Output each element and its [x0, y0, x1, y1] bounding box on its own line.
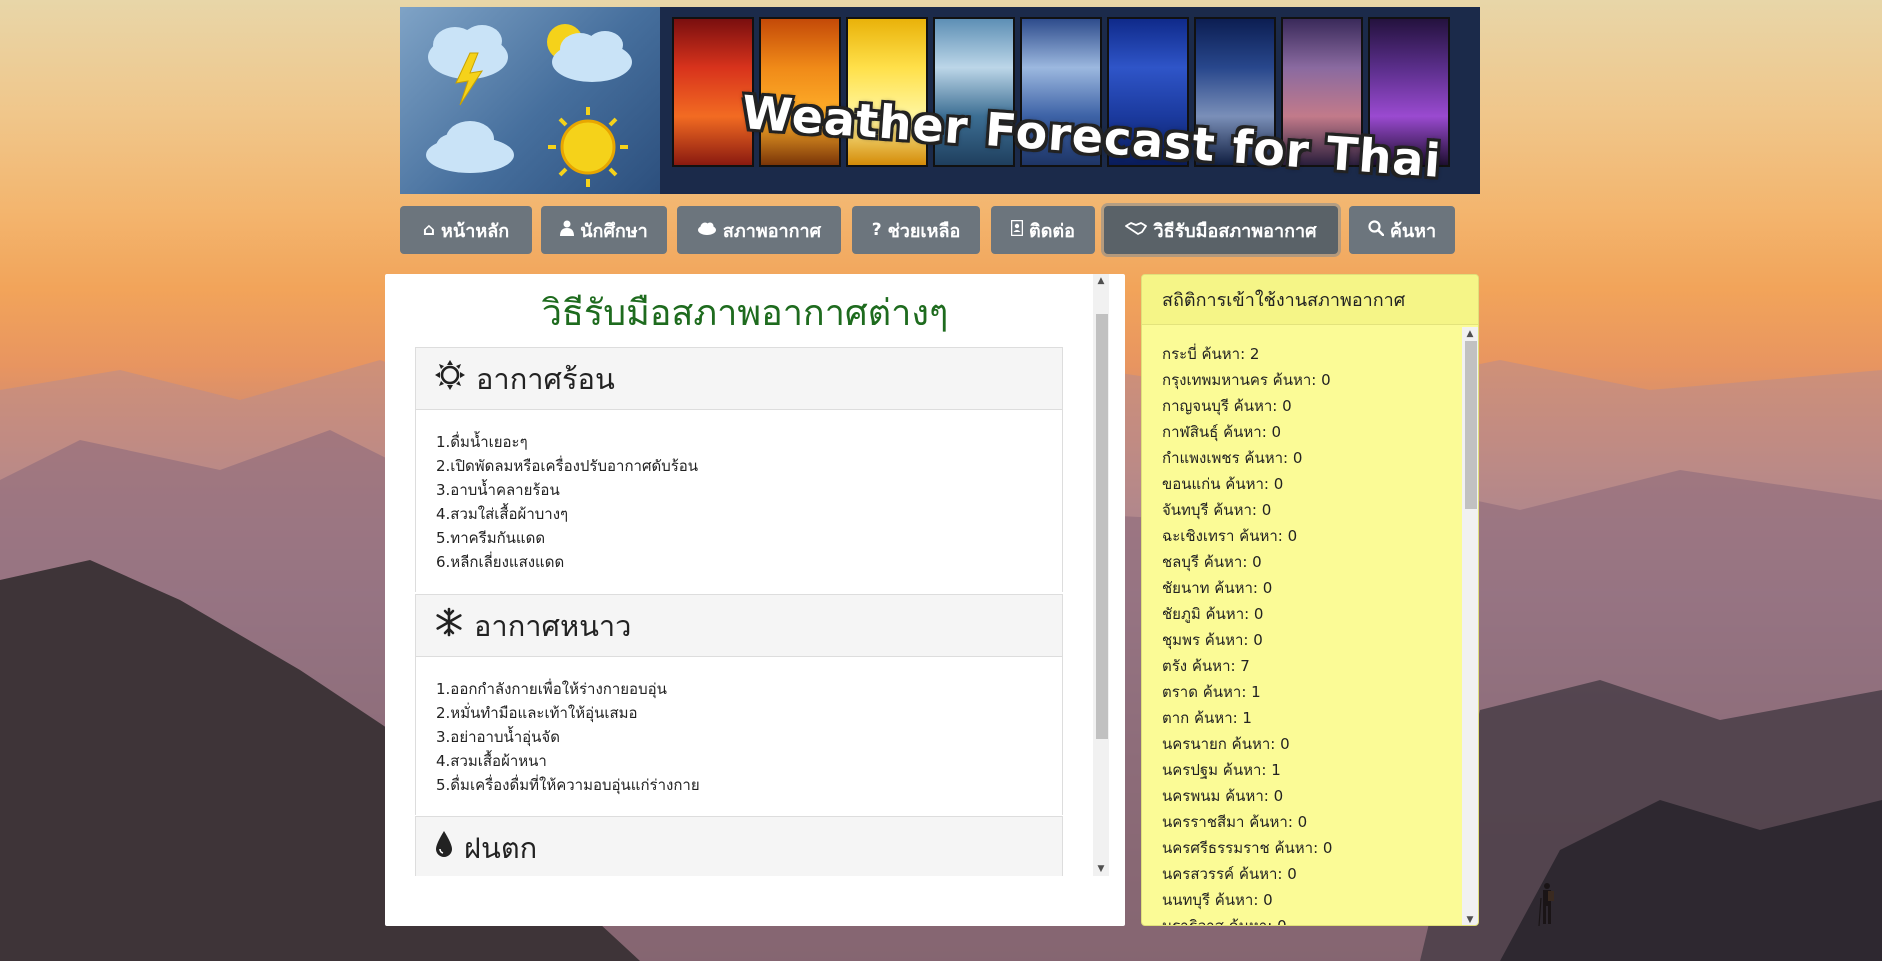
contact-card-icon	[1010, 219, 1024, 241]
nav-contact-button[interactable]: ติดต่อ	[991, 206, 1095, 254]
list-item: 5.ทาครีมกันแดด	[436, 529, 546, 547]
hiker-silhouette	[1538, 882, 1556, 930]
coping-guide-scroll-area[interactable]: วิธีรับมือสภาพอากาศต่างๆ อากาศร้อน 1.ดื่…	[385, 274, 1125, 876]
nav-weather-button[interactable]: สภาพอากาศ	[677, 206, 841, 254]
list-item: 2.เปิดพัดลมหรือเครื่องปรับอากาศดับร้อน	[436, 457, 699, 475]
scroll-down-arrow[interactable]: ▼	[1093, 864, 1109, 874]
rain-heading: ฝนตก	[464, 830, 538, 865]
user-icon	[560, 220, 575, 241]
list-item: ชลบุรี ค้นหา: 0	[1162, 553, 1262, 571]
rain-header: ฝนตก	[416, 817, 1062, 876]
header-banner: Weather Forecast for Thai	[400, 7, 1480, 194]
list-item: นราธิวาส ค้นหา: 0	[1162, 917, 1287, 926]
sun-icon	[548, 107, 628, 187]
list-item: 1.ดื่มน้ำเยอะๆ	[436, 433, 528, 451]
list-item: ฉะเชิงเทรา ค้นหา: 0	[1162, 527, 1298, 545]
list-item: 2.หมั่นทำมือและเท้าให้อุ่นเสมอ	[436, 704, 638, 722]
storm-cloud-icon	[428, 25, 508, 106]
home-icon: ⌂	[422, 220, 436, 240]
nav-search-label: ค้นหา	[1389, 220, 1437, 242]
list-item: ขอนแก่น ค้นหา: 0	[1162, 475, 1284, 493]
stats-panel: สถิติการเข้าใช้งานสภาพอากาศ กระบี่ ค้นหา…	[1141, 274, 1479, 926]
nav-coping-label: วิธีรับมือสภาพอากาศ	[1153, 220, 1317, 242]
list-item: นนทบุรี ค้นหา: 0	[1162, 891, 1273, 909]
photo-strip-sunset	[672, 17, 754, 167]
list-item: นครพนม ค้นหา: 0	[1162, 787, 1284, 805]
list-item: 3.อาบน้ำคลายร้อน	[436, 481, 560, 499]
list-item: นครนายก ค้นหา: 0	[1162, 735, 1290, 753]
weather-icons-panel	[400, 7, 660, 194]
list-item: กำแพงเพชร ค้นหา: 0	[1162, 449, 1303, 467]
list-item: ตาก ค้นหา: 1	[1162, 709, 1252, 727]
nav-help-button[interactable]: ? ช่วยเหลือ	[852, 206, 980, 254]
rain-card: ฝนตก	[415, 816, 1063, 876]
scroll-up-arrow[interactable]: ▲	[1093, 276, 1109, 286]
nav-search-button[interactable]: ค้นหา	[1349, 206, 1455, 254]
cold-weather-heading: อากาศหนาว	[474, 608, 632, 643]
hot-weather-tips: 1.ดื่มน้ำเยอะๆ 2.เปิดพัดลมหรือเครื่องปรั…	[416, 410, 1062, 592]
coping-guide-panel: วิธีรับมือสภาพอากาศต่างๆ อากาศร้อน 1.ดื่…	[385, 274, 1125, 926]
list-item: กระบี่ ค้นหา: 2	[1162, 345, 1260, 363]
list-item: 4.สวมเสื้อผ้าหนา	[436, 752, 547, 770]
cold-weather-tips: 1.ออกกำลังกายเพื่อให้ร่างกายอบอุ่น 2.หมั…	[416, 657, 1062, 815]
stats-list[interactable]: กระบี่ ค้นหา: 2 กรุงเทพมหานคร ค้นหา: 0 ก…	[1162, 341, 1333, 926]
list-item: ตรัง ค้นหา: 7	[1162, 657, 1250, 675]
search-icon	[1368, 219, 1385, 241]
nav-home-label: หน้าหลัก	[441, 220, 510, 242]
sun-cloud-icon	[547, 24, 632, 82]
list-item: กาฬสินธุ์ ค้นหา: 0	[1162, 423, 1282, 441]
nav-help-label: ช่วยเหลือ	[887, 220, 961, 242]
scroll-down-arrow[interactable]: ▼	[1462, 915, 1478, 925]
list-item: ตราด ค้นหา: 1	[1162, 683, 1261, 701]
scrollbar-thumb[interactable]	[1465, 341, 1477, 509]
cloud-icon	[697, 220, 717, 240]
scrollbar-thumb[interactable]	[1096, 314, 1108, 739]
page-title: วิธีรับมือสภาพอากาศต่างๆ	[541, 293, 949, 334]
list-item: ชัยภูมิ ค้นหา: 0	[1162, 605, 1264, 623]
list-item: นครสวรรค์ ค้นหา: 0	[1162, 865, 1297, 883]
list-item: จันทบุรี ค้นหา: 0	[1162, 501, 1272, 519]
hot-weather-header: อากาศร้อน	[416, 348, 1062, 410]
list-item: 4.สวมใส่เสื้อผ้าบางๆ	[436, 505, 569, 523]
list-item: กรุงเทพมหานคร ค้นหา: 0	[1162, 371, 1331, 389]
cloud-icon	[426, 121, 514, 173]
list-item: กาญจนบุรี ค้นหา: 0	[1162, 397, 1292, 415]
list-item: ชัยนาท ค้นหา: 0	[1162, 579, 1273, 597]
handshake-icon	[1125, 220, 1148, 240]
sun-icon	[434, 359, 466, 398]
nav-contact-label: ติดต่อ	[1029, 220, 1075, 242]
list-item: นครปฐม ค้นหา: 1	[1162, 761, 1281, 779]
list-item: 5.ดื่มเครื่องดื่มที่ให้ความอบอุ่นแก่ร่าง…	[436, 776, 700, 794]
nav-student-label: นักศึกษา	[580, 220, 648, 242]
list-item: 3.อย่าอาบน้ำอุ่นจัด	[436, 728, 560, 746]
question-icon: ?	[871, 220, 882, 240]
cold-weather-card: อากาศหนาว 1.ออกกำลังกายเพื่อให้ร่างกายอบ…	[415, 594, 1063, 815]
list-item: นครศรีธรรมราช ค้นหา: 0	[1162, 839, 1333, 857]
scroll-up-arrow[interactable]: ▲	[1462, 329, 1478, 339]
nav-weather-label: สภาพอากาศ	[722, 220, 822, 242]
nav-home-button[interactable]: ⌂ หน้าหลัก	[400, 206, 532, 254]
main-scrollbar[interactable]: ▲ ▼	[1093, 274, 1109, 876]
hot-weather-card: อากาศร้อน 1.ดื่มน้ำเยอะๆ 2.เปิดพัดลมหรือ…	[415, 347, 1063, 592]
hot-weather-heading: อากาศร้อน	[476, 361, 615, 396]
stats-scrollbar[interactable]: ▲ ▼	[1462, 327, 1478, 925]
nav-coping-button[interactable]: วิธีรับมือสภาพอากาศ	[1104, 206, 1338, 254]
list-item: ชุมพร ค้นหา: 0	[1162, 631, 1263, 649]
stats-title: สถิติการเข้าใช้งานสภาพอากาศ	[1142, 275, 1478, 325]
list-item: 6.หลีกเลี่ยงแสงแดด	[436, 553, 565, 571]
cold-weather-header: อากาศหนาว	[416, 595, 1062, 657]
list-item: 1.ออกกำลังกายเพื่อให้ร่างกายอบอุ่น	[436, 680, 667, 698]
snowflake-icon	[434, 607, 464, 644]
nav-student-button[interactable]: นักศึกษา	[541, 206, 667, 254]
raindrop-icon	[434, 830, 454, 865]
list-item: นครราชสีมา ค้นหา: 0	[1162, 813, 1308, 831]
